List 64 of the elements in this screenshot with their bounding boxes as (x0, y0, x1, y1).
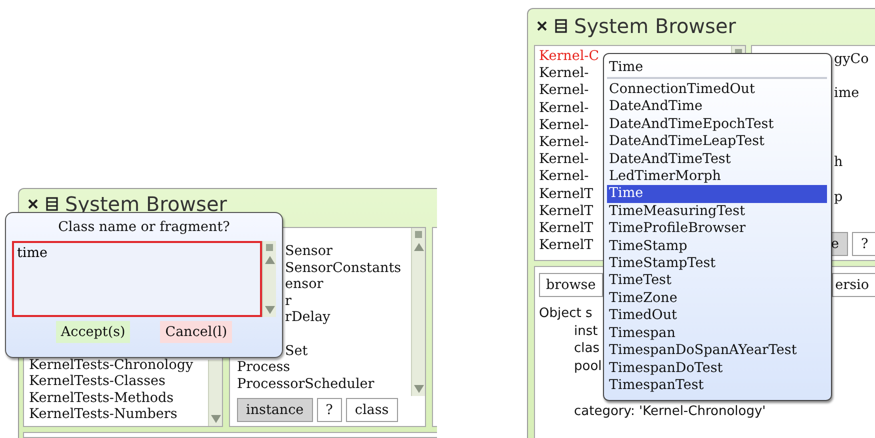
menu-item[interactable]: TimeProfileBrowser (607, 220, 827, 238)
code-line: pool (573, 358, 602, 376)
menu-item[interactable]: TimespanTest (607, 376, 827, 394)
menu-item[interactable]: LedTimerMorph (607, 168, 827, 186)
menu-icon[interactable] (46, 197, 58, 211)
close-icon[interactable] (536, 20, 548, 32)
list-item[interactable]: Set (285, 342, 308, 360)
toolbar-button[interactable]: ersio (832, 273, 875, 297)
code-line: Object s (539, 305, 592, 323)
scroll-bar[interactable] (208, 360, 222, 426)
list-item[interactable]: rDelay (285, 309, 330, 326)
menu-item[interactable]: DateAndTimeEpochTest (607, 116, 827, 134)
code-line: clas (573, 340, 600, 358)
window-title: System Browser (574, 14, 736, 38)
toggle-button[interactable]: class (346, 398, 398, 422)
list-item[interactable]: SensorConstants (285, 260, 402, 276)
list-item[interactable]: Sensor (285, 243, 332, 260)
list-item[interactable]: ime (834, 85, 875, 103)
list-item[interactable]: ensor (285, 276, 324, 293)
code-line: inst (573, 322, 598, 340)
menu-item[interactable]: DateAndTime (607, 98, 827, 116)
list-item[interactable]: gyCo (834, 51, 875, 68)
menu-item[interactable]: TimeStampTest (607, 255, 827, 272)
menu-item[interactable]: TimeStamp (607, 238, 827, 256)
cancel-button[interactable]: Cancel(l) (160, 321, 232, 343)
menu-icon[interactable] (555, 19, 567, 33)
toggle-button[interactable]: instance (237, 398, 313, 422)
down-arrow-icon[interactable] (414, 385, 424, 393)
toggle-button[interactable]: ? (852, 232, 875, 256)
list-item[interactable]: Process (237, 359, 290, 376)
accept-button[interactable]: Accept(s) (56, 321, 130, 343)
menu-item[interactable]: TimeTest (607, 272, 827, 290)
scroll-bar[interactable] (262, 241, 276, 317)
menu-item[interactable]: Timespan (607, 324, 827, 342)
code-line: category: 'Kernel-Chronology' (573, 402, 766, 421)
down-arrow-icon[interactable] (210, 415, 220, 423)
menu-item[interactable]: Time (607, 185, 827, 203)
menu-title: Time (608, 58, 644, 76)
list-item[interactable]: KernelTests-Classes (29, 373, 208, 390)
menu-item[interactable]: DateAndTimeTest (607, 150, 827, 168)
menu-item[interactable]: TimespanDoTest (607, 360, 827, 377)
list-item[interactable]: ProcessorScheduler (237, 376, 374, 392)
menu-item[interactable]: TimespanDoSpanAYearTest (607, 342, 827, 360)
list-item[interactable]: h (834, 154, 875, 172)
window-title: System Browser (65, 192, 227, 216)
up-arrow-icon[interactable] (264, 256, 274, 264)
menu-item[interactable]: DateAndTimeLeapTest (607, 133, 827, 151)
list-item[interactable]: KernelTests-Methods (29, 390, 208, 406)
up-arrow-icon[interactable] (414, 243, 424, 251)
menu-item[interactable]: TimedOut (607, 307, 827, 325)
toolbar-button[interactable]: browse (539, 273, 603, 297)
list-item[interactable]: KernelTests-Chronology (29, 356, 208, 374)
menu-item[interactable]: ConnectionTimedOut (607, 81, 827, 98)
menu-item[interactable]: TimeMeasuringTest (607, 202, 827, 220)
list-item[interactable]: p (834, 188, 875, 206)
list-item[interactable]: r (285, 292, 292, 310)
dialog-prompt: Class name or fragment? (57, 219, 231, 235)
text-field[interactable]: time (12, 241, 262, 317)
close-icon[interactable] (27, 198, 39, 210)
scroll-bar[interactable] (411, 228, 425, 396)
down-arrow-icon[interactable] (264, 306, 274, 314)
menu-item[interactable]: TimeZone (607, 290, 827, 308)
toggle-button[interactable]: ? (316, 398, 342, 422)
list-item[interactable]: KernelTests-Numbers (29, 406, 208, 423)
